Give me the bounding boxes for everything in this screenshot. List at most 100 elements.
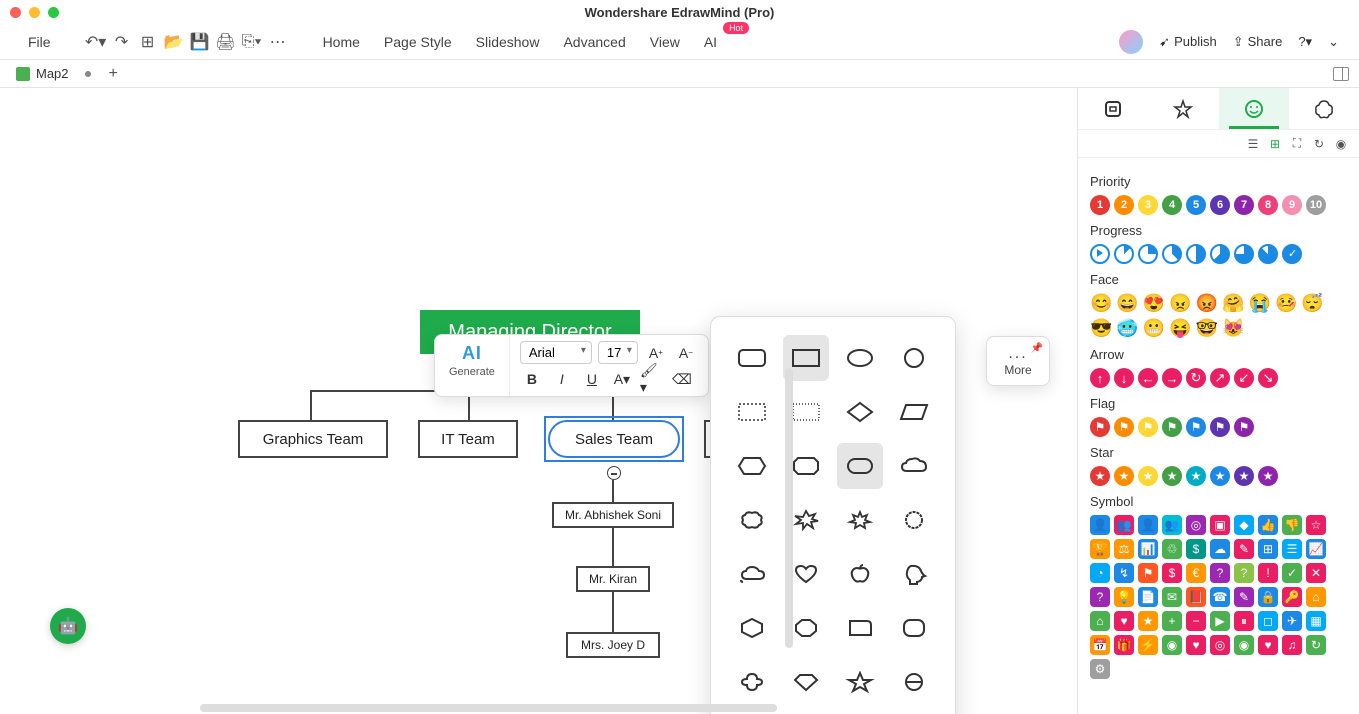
file-menu[interactable]: File <box>20 30 59 54</box>
symbol-badge-22[interactable]: ⚑ <box>1138 563 1158 583</box>
flag-badge-4[interactable]: ⚑ <box>1186 417 1206 437</box>
symbol-badge-49[interactable]: ▦ <box>1306 611 1326 631</box>
symbol-badge-2[interactable]: 👤 <box>1138 515 1158 535</box>
shape-head[interactable] <box>891 551 937 597</box>
arrow-badge-6[interactable]: ↙ <box>1234 368 1254 388</box>
star-badge-7[interactable]: ★ <box>1258 466 1278 486</box>
arrow-badge-2[interactable]: ← <box>1138 368 1158 388</box>
progress-badge-5[interactable] <box>1210 244 1230 264</box>
symbol-badge-46[interactable]: ⏸ <box>1234 611 1254 631</box>
ai-generate-button[interactable]: AI Generate <box>435 335 510 396</box>
symbol-badge-44[interactable]: − <box>1186 611 1206 631</box>
menu-ai[interactable]: AI Hot <box>696 30 725 54</box>
face-emoji-0[interactable]: 😊 <box>1090 293 1112 314</box>
help-button[interactable]: ?▾ <box>1298 34 1312 50</box>
view-list-icon[interactable]: ☰ <box>1245 136 1261 152</box>
print-icon[interactable]: 🖨 <box>217 33 235 51</box>
menu-view[interactable]: View <box>642 30 688 54</box>
menu-home[interactable]: Home <box>315 30 368 54</box>
symbol-badge-55[interactable]: ◎ <box>1210 635 1230 655</box>
symbol-badge-51[interactable]: 🎁 <box>1114 635 1134 655</box>
symbol-badge-58[interactable]: ♫ <box>1282 635 1302 655</box>
symbol-badge-52[interactable]: ⚡ <box>1138 635 1158 655</box>
symbol-badge-21[interactable]: ↯ <box>1114 563 1134 583</box>
flag-badge-3[interactable]: ⚑ <box>1162 417 1182 437</box>
horizontal-scrollbar[interactable] <box>200 704 777 712</box>
symbol-badge-32[interactable]: 📄 <box>1138 587 1158 607</box>
star-badge-5[interactable]: ★ <box>1210 466 1230 486</box>
arrow-badge-5[interactable]: ↗ <box>1210 368 1230 388</box>
chat-fab[interactable]: 🤖 <box>50 608 86 644</box>
symbol-badge-17[interactable]: ⊞ <box>1258 539 1278 559</box>
open-icon[interactable]: 📂 <box>165 33 183 51</box>
star-badge-3[interactable]: ★ <box>1162 466 1182 486</box>
symbol-badge-36[interactable]: ✎ <box>1234 587 1254 607</box>
face-emoji-12[interactable]: 😝 <box>1169 318 1191 339</box>
symbol-badge-33[interactable]: ✉ <box>1162 587 1182 607</box>
shape-quatrefoil[interactable] <box>729 659 775 705</box>
shape-seal[interactable] <box>891 497 937 543</box>
progress-badge-0[interactable] <box>1090 244 1110 264</box>
add-child-handle[interactable] <box>607 466 621 480</box>
face-emoji-6[interactable]: 😭 <box>1249 293 1271 314</box>
symbol-badge-20[interactable]: ◔ <box>1090 563 1110 583</box>
symbol-badge-47[interactable]: ◻ <box>1258 611 1278 631</box>
symbol-badge-25[interactable]: ? <box>1210 563 1230 583</box>
maximize-window[interactable] <box>48 7 59 18</box>
symbol-badge-56[interactable]: ◉ <box>1234 635 1254 655</box>
share-button[interactable]: ⇪ Share <box>1233 34 1283 50</box>
node-sales-team[interactable]: Sales Team <box>548 420 680 458</box>
symbol-badge-40[interactable]: ⌂ <box>1090 611 1110 631</box>
priority-badge-10[interactable]: 10 <box>1306 195 1326 215</box>
canvas[interactable]: Managing Director Graphics Team IT Team … <box>0 88 1077 714</box>
star-badge-1[interactable]: ★ <box>1114 466 1134 486</box>
star-badge-0[interactable]: ★ <box>1090 466 1110 486</box>
menu-advanced[interactable]: Advanced <box>555 30 633 54</box>
flag-badge-6[interactable]: ⚑ <box>1234 417 1254 437</box>
face-emoji-13[interactable]: 🤓 <box>1196 318 1218 339</box>
publish-button[interactable]: ➹ Publish <box>1159 34 1217 50</box>
star-badge-6[interactable]: ★ <box>1234 466 1254 486</box>
symbol-badge-5[interactable]: ▣ <box>1210 515 1230 535</box>
flag-badge-2[interactable]: ⚑ <box>1138 417 1158 437</box>
symbol-badge-4[interactable]: ◎ <box>1186 515 1206 535</box>
doc-tab-map2[interactable]: Map2 <box>10 64 97 83</box>
minimize-window[interactable] <box>29 7 40 18</box>
new-icon[interactable]: ⊞ <box>139 33 157 51</box>
symbol-badge-59[interactable]: ↻ <box>1306 635 1326 655</box>
flag-badge-1[interactable]: ⚑ <box>1114 417 1134 437</box>
face-emoji-14[interactable]: 😻 <box>1222 318 1244 339</box>
arrow-badge-1[interactable]: ↓ <box>1114 368 1134 388</box>
symbol-badge-35[interactable]: ☎ <box>1210 587 1230 607</box>
symbol-badge-19[interactable]: 📈 <box>1306 539 1326 559</box>
view-grid-icon[interactable]: ⊞ <box>1267 136 1283 152</box>
progress-badge-6[interactable] <box>1234 244 1254 264</box>
italic-button[interactable]: I <box>550 368 574 390</box>
shape-cloud[interactable] <box>891 443 937 489</box>
star-badge-2[interactable]: ★ <box>1138 466 1158 486</box>
font-family-select[interactable]: Arial <box>520 341 592 364</box>
symbol-badge-0[interactable]: 👤 <box>1090 515 1110 535</box>
symbol-badge-12[interactable]: 📊 <box>1138 539 1158 559</box>
arrow-badge-3[interactable]: → <box>1162 368 1182 388</box>
symbol-badge-27[interactable]: ! <box>1258 563 1278 583</box>
user-avatar[interactable] <box>1119 30 1143 54</box>
priority-badge-1[interactable]: 1 <box>1090 195 1110 215</box>
symbol-badge-24[interactable]: € <box>1186 563 1206 583</box>
font-color-button[interactable]: A▾ <box>610 368 634 390</box>
face-emoji-1[interactable]: 😄 <box>1116 293 1138 314</box>
symbol-badge-34[interactable]: 📕 <box>1186 587 1206 607</box>
shape-rounded-rect[interactable] <box>729 335 775 381</box>
arrow-badge-7[interactable]: ↘ <box>1258 368 1278 388</box>
view-refresh-icon[interactable]: ↻ <box>1311 136 1327 152</box>
symbol-badge-13[interactable]: ♲ <box>1162 539 1182 559</box>
symbol-badge-7[interactable]: 👍 <box>1258 515 1278 535</box>
vertical-scrollbar[interactable] <box>785 368 793 648</box>
view-expand-icon[interactable]: ⛶ <box>1289 136 1305 152</box>
bold-button[interactable]: B <box>520 368 544 390</box>
menu-slideshow[interactable]: Slideshow <box>468 30 548 54</box>
progress-badge-4[interactable] <box>1186 244 1206 264</box>
symbol-badge-16[interactable]: ✎ <box>1234 539 1254 559</box>
symbol-badge-30[interactable]: ? <box>1090 587 1110 607</box>
arrow-badge-4[interactable]: ↻ <box>1186 368 1206 388</box>
